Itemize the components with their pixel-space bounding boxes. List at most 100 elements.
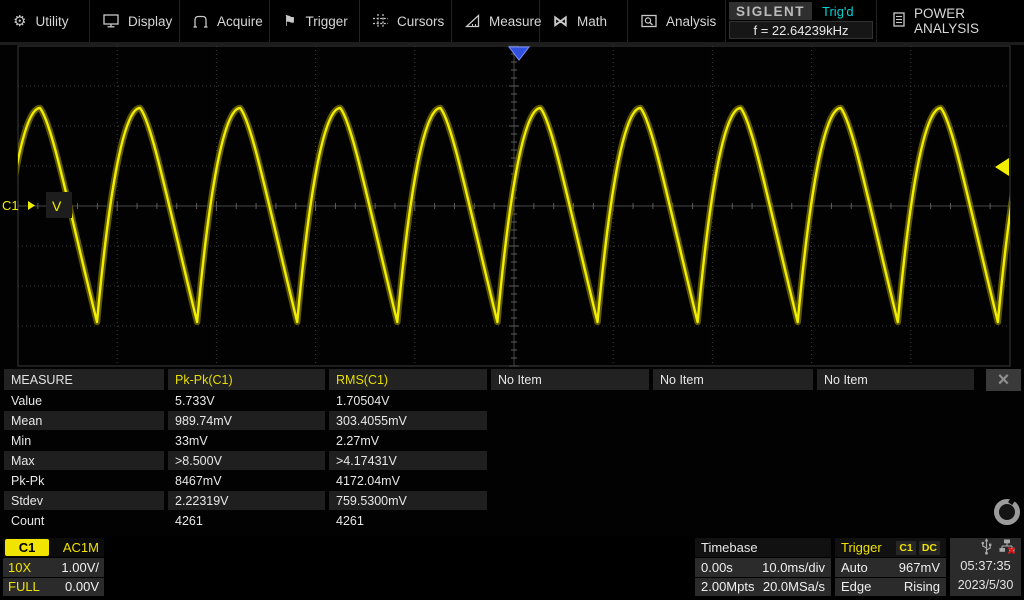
- channel-badge: C1: [5, 539, 49, 556]
- measure-close-button[interactable]: ×: [986, 369, 1021, 391]
- sample-rate: 20.0MSa/s: [762, 579, 825, 595]
- trigger-source-badge: C1: [896, 540, 916, 555]
- menu-label: POWER ANALYSIS: [914, 6, 980, 36]
- menu-item-math[interactable]: ⋈ Math: [540, 0, 628, 42]
- table-row: Count 4261 4261: [0, 511, 1024, 531]
- menu-label: Measure: [489, 13, 542, 29]
- row-label: Stdev: [4, 491, 164, 510]
- row-label: Min: [11, 433, 32, 448]
- measure-col-rms[interactable]: RMS(C1): [329, 369, 487, 390]
- trigger-slope: Rising: [903, 579, 940, 595]
- cell-value: 2.22319V: [168, 491, 325, 510]
- lan-disconnected-icon: [999, 539, 1016, 557]
- table-row: Pk-Pk 8467mV 4172.04mV: [0, 471, 1024, 491]
- clock-time: 05:37:35: [960, 558, 1011, 573]
- measure-col-empty-2[interactable]: No Item: [653, 369, 813, 390]
- waveform-display: C1 V: [0, 44, 1024, 370]
- menu-label: Utility: [35, 13, 69, 29]
- memory-depth: 2.00Mpts: [701, 579, 755, 595]
- trigger-title: Trigger: [841, 540, 882, 555]
- table-row: Mean 989.74mV 303.4055mV: [0, 411, 1024, 431]
- menu-item-analysis[interactable]: Analysis: [628, 0, 726, 42]
- table-row: Min 33mV 2.27mV: [0, 431, 1024, 451]
- row-label: Max: [4, 451, 164, 470]
- menu-item-cursors[interactable]: Cursors: [360, 0, 452, 42]
- menu-item-utility[interactable]: ⚙ Utility: [0, 0, 90, 42]
- probe-attenuation: 10X: [8, 559, 32, 575]
- trigger-level-marker[interactable]: [995, 158, 1009, 176]
- menu-item-acquire[interactable]: Acquire: [180, 0, 270, 42]
- trigger-mode: Auto: [841, 559, 868, 575]
- document-icon: [893, 12, 905, 30]
- cell-value: 4261: [175, 513, 203, 528]
- rotate-knob-icon[interactable]: [994, 499, 1020, 525]
- menu-label: Analysis: [666, 13, 717, 29]
- timebase-title: Timebase: [695, 538, 831, 557]
- flag-icon: ⚑: [283, 12, 297, 30]
- trigger-box[interactable]: Trigger C1 DC Auto 967mV Edge Rising: [835, 538, 946, 596]
- acquire-arch-icon: [193, 14, 208, 28]
- timebase-box[interactable]: Timebase 0.00s 10.0ms/div 2.00Mpts 20.0M…: [695, 538, 831, 596]
- measure-col-empty-3[interactable]: No Item: [817, 369, 974, 390]
- cell-value: 5.733V: [175, 393, 215, 408]
- channel-offset: 0.00V: [65, 579, 99, 595]
- menu-label: Math: [577, 13, 608, 29]
- channel-unit-label: V: [52, 198, 62, 214]
- menu-item-display[interactable]: Display: [90, 0, 180, 42]
- timebase-delay: 0.00s: [701, 559, 733, 575]
- clock-date: 2023/5/30: [957, 577, 1014, 592]
- channel-zero-marker[interactable]: C1: [2, 198, 19, 213]
- table-row: Value 5.733V 1.70504V: [0, 391, 1024, 411]
- close-icon: ×: [997, 369, 1010, 391]
- menu-item-power-analysis[interactable]: POWER ANALYSIS: [877, 0, 1024, 42]
- graticule: C1 V: [2, 45, 1011, 367]
- trigger-status: Trig'd: [822, 3, 854, 19]
- row-label: Count: [11, 513, 45, 528]
- table-row: Max >8.500V >4.17431V: [0, 451, 1024, 471]
- frequency-counter: f = 22.64239kHz: [729, 21, 873, 39]
- menu-label: Acquire: [217, 13, 263, 29]
- table-row: Stdev 2.22319V 759.5300mV: [0, 491, 1024, 511]
- oscilloscope-screen: ⚙ Utility Display Acquire ⚑ Trigger Curs…: [0, 0, 1024, 600]
- menu-label: Cursors: [397, 13, 445, 29]
- cell-value: 759.5300mV: [329, 491, 487, 510]
- cell-value: >8.500V: [168, 451, 325, 470]
- channel-zero-arrow-icon: [28, 201, 35, 210]
- timebase-scale: 10.0ms/div: [762, 559, 825, 575]
- gear-icon: ⚙: [13, 12, 27, 30]
- trigger-coupling-badge: DC: [918, 540, 940, 555]
- measure-col-pkpk[interactable]: Pk-Pk(C1): [168, 369, 325, 390]
- measure-panel: MEASURE Pk-Pk(C1) RMS(C1) No Item No Ite…: [0, 369, 1024, 535]
- math-bowtie-icon: ⋈: [553, 12, 568, 30]
- cell-value: 989.74mV: [168, 411, 325, 430]
- cell-value: 2.27mV: [336, 433, 380, 448]
- volts-per-div: 1.00V/: [61, 559, 99, 575]
- trigger-level: 967mV: [898, 559, 940, 575]
- cell-value: 1.70504V: [336, 393, 390, 408]
- menu-item-trigger[interactable]: ⚑ Trigger: [270, 0, 360, 42]
- cell-value: 4261: [336, 513, 364, 528]
- cursors-grid-icon: [373, 14, 388, 28]
- brand-status-block: SIGLENT Trig'd f = 22.64239kHz: [726, 0, 877, 42]
- menu-item-measure[interactable]: Measure: [452, 0, 542, 42]
- trigger-type: Edge: [841, 579, 872, 595]
- measure-col-empty-1[interactable]: No Item: [491, 369, 649, 390]
- status-bar: C1 AC1M 10X 1.00V/ FULL 0.00V Timebase 0…: [0, 536, 1024, 600]
- cell-value: 4172.04mV: [336, 473, 400, 488]
- menu-bar: ⚙ Utility Display Acquire ⚑ Trigger Curs…: [0, 0, 1024, 45]
- usb-icon: [980, 538, 993, 558]
- row-label: Mean: [4, 411, 164, 430]
- bandwidth-value: FULL: [8, 579, 40, 595]
- siglent-logo: SIGLENT: [729, 2, 813, 20]
- menu-label: Trigger: [305, 13, 348, 29]
- channel-c1-box[interactable]: C1 AC1M 10X 1.00V/ FULL 0.00V: [3, 538, 104, 596]
- coupling-value: AC1M: [62, 540, 99, 555]
- cell-value: 303.4055mV: [329, 411, 487, 430]
- row-label: Pk-Pk: [11, 473, 45, 488]
- menu-label: Display: [128, 13, 173, 29]
- monitor-icon: [103, 14, 119, 28]
- cell-value: 33mV: [175, 433, 208, 448]
- datetime-box: 05:37:35 2023/5/30: [950, 538, 1021, 596]
- cell-value: >4.17431V: [329, 451, 487, 470]
- measure-title: MEASURE: [4, 369, 164, 390]
